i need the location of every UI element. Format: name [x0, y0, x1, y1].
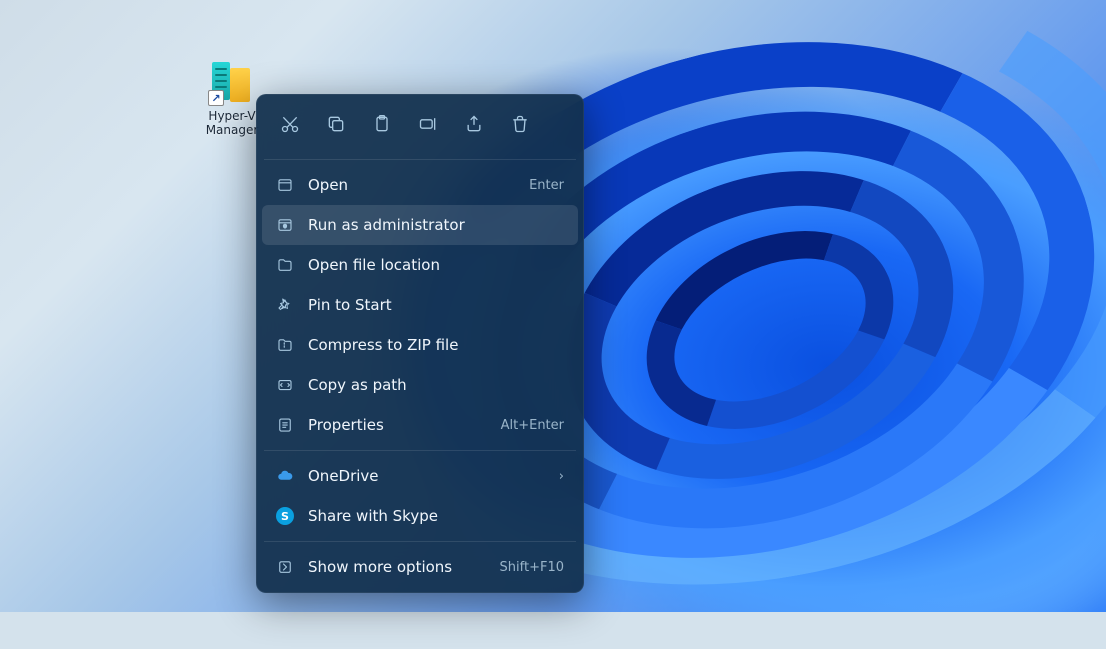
zip-icon [276, 336, 294, 354]
menu-item-onedrive[interactable]: OneDrive › [262, 456, 578, 496]
more-options-icon [276, 558, 294, 576]
separator [264, 541, 576, 542]
share-icon[interactable] [452, 104, 496, 144]
separator [264, 159, 576, 160]
menu-item-share-skype[interactable]: S Share with Skype [262, 496, 578, 536]
properties-icon [276, 416, 294, 434]
menu-item-compress-zip[interactable]: Compress to ZIP file [262, 325, 578, 365]
desktop-shortcut-label: Hyper-VManager [206, 110, 259, 138]
cut-icon[interactable] [268, 104, 312, 144]
delete-icon[interactable] [498, 104, 542, 144]
paste-icon[interactable] [360, 104, 404, 144]
pin-icon [276, 296, 294, 314]
menu-item-open[interactable]: Open Enter [262, 165, 578, 205]
context-menu: Open Enter Run as administrator Open fil… [256, 94, 584, 593]
separator [264, 450, 576, 451]
menu-item-copy-as-path[interactable]: Copy as path [262, 365, 578, 405]
rename-icon[interactable] [406, 104, 450, 144]
menu-item-show-more-options[interactable]: Show more options Shift+F10 [262, 547, 578, 587]
shield-icon [276, 216, 294, 234]
skype-icon: S [276, 507, 294, 525]
copy-icon[interactable] [314, 104, 358, 144]
onedrive-icon [276, 467, 294, 485]
window-icon [276, 176, 294, 194]
hyperv-icon: ↗ [208, 58, 256, 106]
folder-icon [276, 256, 294, 274]
menu-item-properties[interactable]: Properties Alt+Enter [262, 405, 578, 445]
path-icon [276, 376, 294, 394]
menu-item-run-as-admin[interactable]: Run as administrator [262, 205, 578, 245]
menu-item-pin-to-start[interactable]: Pin to Start [262, 285, 578, 325]
menu-item-open-file-location[interactable]: Open file location [262, 245, 578, 285]
chevron-right-icon: › [559, 469, 564, 484]
quick-action-row [262, 100, 578, 154]
